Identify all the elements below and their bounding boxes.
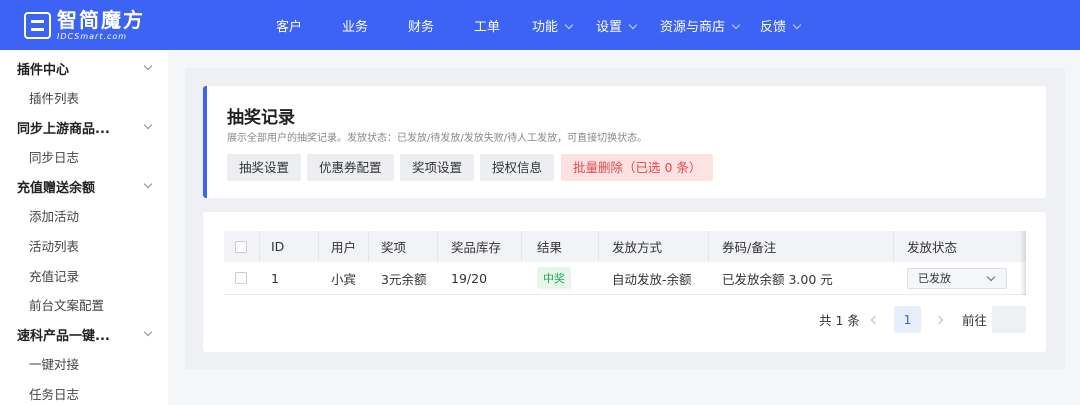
top-navbar: 智简魔方 IDCSmart.com 客户 业务 财务 工单 功能 设置 资源与商… xyxy=(0,0,1080,50)
prev-page-button[interactable] xyxy=(870,306,880,333)
pagination-total: 共 1 条 xyxy=(819,313,860,328)
chevron-down-icon xyxy=(564,20,574,30)
sidebar-item-task-log[interactable]: 任务日志 xyxy=(29,384,79,403)
chevron-down-icon xyxy=(731,20,741,30)
chevron-right-icon xyxy=(934,315,944,324)
nav-item-tickets[interactable]: 工单 xyxy=(474,16,500,35)
chevron-down-icon xyxy=(143,327,153,337)
col-header-user: 用户 xyxy=(331,240,357,255)
sidebar-item-recharge-records[interactable]: 充值记录 xyxy=(29,266,79,285)
table-row: 1 小宾 3元余额 19/20 中奖 自动发放-余额 已发放余额 3.00 元 … xyxy=(224,262,1026,295)
col-header-status: 发放状态 xyxy=(907,240,958,255)
goto-page-input[interactable] xyxy=(992,306,1026,333)
main-nav: 客户 业务 财务 工单 功能 设置 资源与商店 反馈 xyxy=(0,0,1080,50)
cell-note: 已发放余额 3.00 元 xyxy=(722,271,833,287)
sidebar-item-activity-list[interactable]: 活动列表 xyxy=(29,236,79,255)
select-all-checkbox[interactable] xyxy=(235,231,247,262)
row-checkbox[interactable] xyxy=(235,262,247,294)
chevron-down-icon xyxy=(143,61,153,71)
chevron-down-icon xyxy=(628,20,638,30)
col-header-result: 结果 xyxy=(537,240,563,255)
bulk-delete-button[interactable]: 批量删除（已选 0 条） xyxy=(561,154,714,181)
cell-method: 自动发放-余额 xyxy=(612,271,692,287)
nav-item-feedback[interactable]: 反馈 xyxy=(760,16,802,35)
cell-result: 中奖 xyxy=(537,262,571,294)
chevron-down-icon xyxy=(792,20,802,30)
result-badge: 中奖 xyxy=(537,267,571,289)
col-header-note: 券码/备注 xyxy=(722,240,777,255)
nav-item-business[interactable]: 业务 xyxy=(342,16,368,35)
nav-item-customers[interactable]: 客户 xyxy=(276,16,302,35)
col-header-stock: 奖品库存 xyxy=(451,240,502,255)
col-header-method: 发放方式 xyxy=(612,240,663,255)
col-header-id: ID xyxy=(271,239,285,254)
cell-stock: 19/20 xyxy=(451,270,488,286)
sidebar: 插件中心 插件列表 同步上游商品... 同步日志 充值赠送余额 添加活动 活动列… xyxy=(0,50,168,405)
page-number-current[interactable]: 1 xyxy=(894,306,921,333)
status-select[interactable]: 已发放 xyxy=(907,267,1007,289)
prize-settings-button[interactable]: 奖项设置 xyxy=(400,154,475,181)
sidebar-item-sync-log[interactable]: 同步日志 xyxy=(29,147,79,166)
sidebar-item-frontend-copy[interactable]: 前台文案配置 xyxy=(29,295,104,314)
goto-label: 前往 xyxy=(962,313,988,328)
sidebar-group-plugin-center[interactable]: 插件中心 xyxy=(17,59,157,78)
accent-bar xyxy=(203,86,207,198)
cell-status: 已发放 xyxy=(907,262,1007,294)
nav-item-settings[interactable]: 设置 xyxy=(596,16,638,35)
lottery-settings-button[interactable]: 抽奖设置 xyxy=(227,154,302,181)
chevron-down-icon xyxy=(143,179,153,189)
cell-id: 1 xyxy=(271,270,279,286)
nav-item-resources-store[interactable]: 资源与商店 xyxy=(660,16,741,35)
sidebar-group-suke-product[interactable]: 速科产品一键... xyxy=(17,325,157,344)
chevron-left-icon xyxy=(870,315,880,324)
next-page-button[interactable] xyxy=(934,306,944,333)
fixed-column-shadow xyxy=(1020,231,1026,295)
chevron-down-icon xyxy=(143,120,153,130)
sidebar-item-plugin-list[interactable]: 插件列表 xyxy=(29,88,79,107)
nav-item-finance[interactable]: 财务 xyxy=(408,16,434,35)
sidebar-item-add-activity[interactable]: 添加活动 xyxy=(29,206,79,225)
table-header: ID 用户 奖项 奖品库存 结果 发放方式 券码/备注 发放状态 xyxy=(224,231,1026,262)
sidebar-group-sync-upstream[interactable]: 同步上游商品... xyxy=(17,118,157,137)
page-description: 展示全部用户的抽奖记录。发放状态：已发放/待发放/发放失败/待人工发放，可直接切… xyxy=(227,133,648,144)
coupon-config-button[interactable]: 优惠券配置 xyxy=(307,154,394,181)
nav-item-features[interactable]: 功能 xyxy=(532,16,574,35)
page-header-card: 抽奖记录 展示全部用户的抽奖记录。发放状态：已发放/待发放/发放失败/待人工发放… xyxy=(203,86,1046,198)
col-header-prize: 奖项 xyxy=(381,240,407,255)
chevron-down-icon xyxy=(986,272,996,281)
page-title: 抽奖记录 xyxy=(227,108,295,128)
cell-user: 小宾 xyxy=(331,271,357,287)
license-info-button[interactable]: 授权信息 xyxy=(480,154,555,181)
sidebar-group-recharge-bonus[interactable]: 充值赠送余额 xyxy=(17,177,157,196)
cell-prize: 3元余额 xyxy=(381,271,427,287)
sidebar-item-one-click-connect[interactable]: 一键对接 xyxy=(29,354,79,373)
